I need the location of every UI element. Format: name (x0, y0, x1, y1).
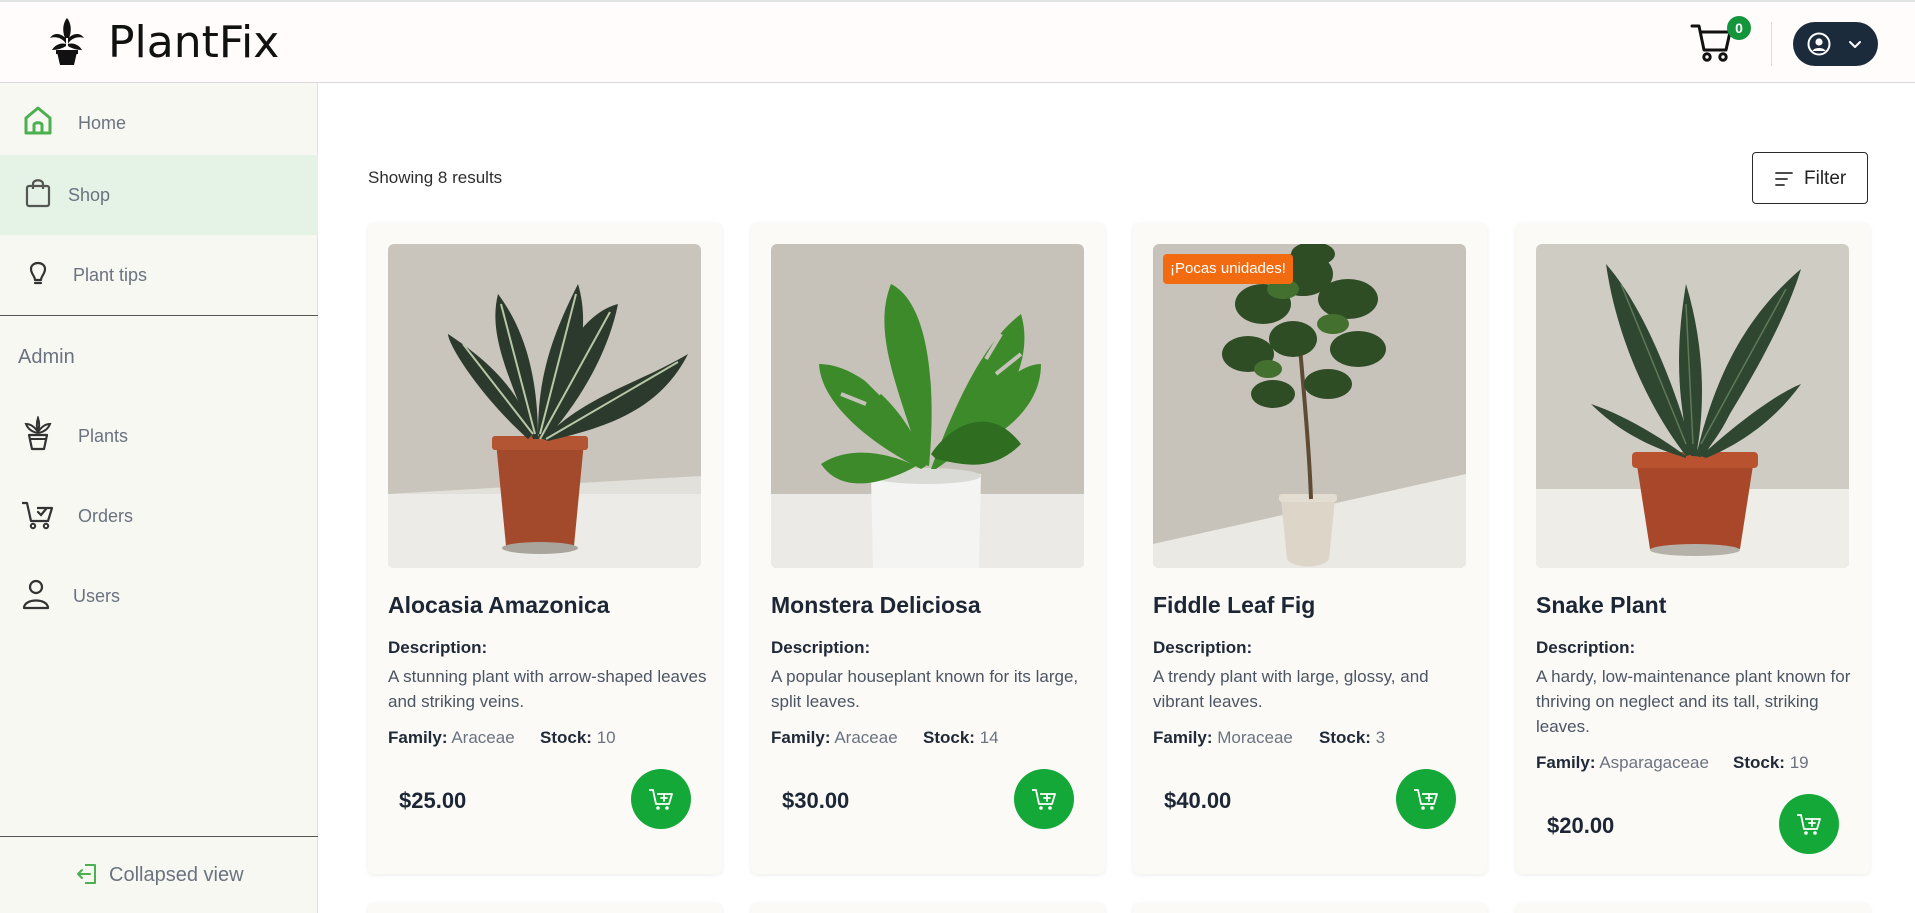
product-card-partial (1516, 903, 1870, 913)
sidebar-item-label: Home (78, 113, 127, 133)
admin-heading: Admin (18, 346, 75, 368)
cart-add-icon (1797, 814, 1821, 835)
app-header: PlantFix 0 (0, 2, 1915, 83)
add-to-cart-button[interactable] (1779, 794, 1839, 854)
home-icon (24, 106, 52, 135)
cart-add-icon (1032, 789, 1056, 810)
product-family: Araceae (451, 728, 515, 747)
product-stock: 14 (979, 728, 999, 747)
sidebar-item-home[interactable]: Home (0, 83, 318, 163)
product-card-partial (368, 903, 722, 913)
user-circle-icon (1807, 32, 1831, 56)
cart-add-icon (1414, 789, 1438, 810)
stock-label: Stock: (540, 728, 592, 747)
product-description: A popular houseplant known for its large… (771, 667, 1079, 711)
product-card: Monstera Deliciosa Description: A popula… (751, 223, 1105, 874)
product-price: $40.00 (1164, 788, 1232, 813)
filter-lines-icon (1775, 172, 1793, 186)
cart-add-icon (649, 789, 673, 810)
product-description: A hardy, low-maintenance plant known for… (1536, 667, 1851, 736)
chevron-down-icon (1849, 41, 1861, 48)
family-label: Family: (388, 728, 448, 747)
description-label: Description: (1536, 638, 1636, 657)
collapse-sidebar-button[interactable]: Collapsed view (0, 837, 318, 913)
product-card-partial (1133, 903, 1487, 913)
product-meta: Family: Asparagaceae Stock: 19 (1536, 753, 1809, 773)
lightbulb-icon (29, 261, 47, 285)
product-card: Snake Plant Description: A hardy, low-ma… (1516, 223, 1870, 874)
product-family: Araceae (834, 728, 898, 747)
product-card: Alocasia Amazonica Description: A stunni… (368, 223, 722, 874)
sidebar-item-label: Orders (78, 506, 134, 526)
plant-icon (24, 416, 52, 451)
product-stock: 19 (1789, 753, 1809, 772)
description-label: Description: (771, 638, 871, 657)
family-label: Family: (1153, 728, 1213, 747)
brand-name: PlantFix (108, 17, 280, 68)
sidebar-item-label: Users (73, 586, 121, 606)
product-meta: Family: Araceae Stock: 10 (388, 728, 616, 748)
cart-check-icon (22, 501, 54, 530)
product-name: Snake Plant (1536, 592, 1667, 618)
product-stock: 10 (596, 728, 616, 747)
filter-label: Filter (1804, 168, 1847, 189)
family-label: Family: (771, 728, 831, 747)
header-divider (1771, 22, 1772, 66)
sidebar-item-label: Plants (78, 426, 129, 446)
product-description: A trendy plant with large, glossy, and v… (1153, 667, 1429, 711)
user-menu-button[interactable] (1793, 22, 1878, 66)
add-to-cart-button[interactable] (1014, 769, 1074, 829)
sidebar-item-shop[interactable]: Shop (0, 155, 318, 235)
sidebar-divider (0, 315, 318, 316)
add-to-cart-button[interactable] (631, 769, 691, 829)
sidebar-collapse-icon (77, 864, 96, 884)
sidebar-item-plant-tips[interactable]: Plant tips (0, 235, 318, 315)
product-family: Asparagaceae (1599, 753, 1709, 772)
product-stock: 3 (1375, 728, 1386, 747)
stock-label: Stock: (1319, 728, 1371, 747)
results-count: Showing 8 results (368, 168, 503, 187)
sidebar-item-users[interactable]: Users (0, 556, 318, 636)
sidebar-item-plants[interactable]: Plants (0, 396, 318, 476)
product-price: $30.00 (782, 788, 850, 813)
product-image (771, 244, 1084, 568)
add-to-cart-button[interactable] (1396, 769, 1456, 829)
potted-plant-icon (50, 18, 84, 65)
description-label: Description: (1153, 638, 1253, 657)
product-price: $25.00 (399, 788, 467, 813)
product-name: Monstera Deliciosa (771, 592, 981, 618)
shopping-bag-icon (25, 179, 51, 208)
sidebar: Home Shop Plant tips Admin Plants Orders… (0, 83, 318, 913)
product-image: ¡Pocas unidades! (1153, 244, 1466, 568)
product-card-partial (751, 903, 1105, 913)
cart-count-badge: 0 (1727, 16, 1751, 40)
product-price: $20.00 (1547, 813, 1615, 838)
product-name: Alocasia Amazonica (388, 592, 610, 618)
product-name: Fiddle Leaf Fig (1153, 592, 1316, 618)
user-icon (22, 579, 50, 610)
stock-label: Stock: (1733, 753, 1785, 772)
product-description: A stunning plant with arrow-shaped leave… (388, 667, 707, 711)
sidebar-item-label: Shop (68, 185, 111, 205)
product-card: ¡Pocas unidades! Fiddle Leaf Fig Descrip… (1133, 223, 1487, 874)
product-meta: Family: Araceae Stock: 14 (771, 728, 999, 748)
sidebar-item-label: Plant tips (73, 265, 148, 285)
low-stock-badge: ¡Pocas unidades! (1163, 254, 1293, 284)
product-family: Moraceae (1217, 728, 1293, 747)
collapse-label: Collapsed view (109, 864, 244, 886)
product-image (388, 244, 701, 568)
product-image (1536, 244, 1849, 568)
filter-button[interactable]: Filter (1752, 152, 1868, 204)
sidebar-item-orders[interactable]: Orders (0, 476, 318, 556)
product-meta: Family: Moraceae Stock: 3 (1153, 728, 1385, 748)
description-label: Description: (388, 638, 488, 657)
stock-label: Stock: (923, 728, 975, 747)
family-label: Family: (1536, 753, 1596, 772)
